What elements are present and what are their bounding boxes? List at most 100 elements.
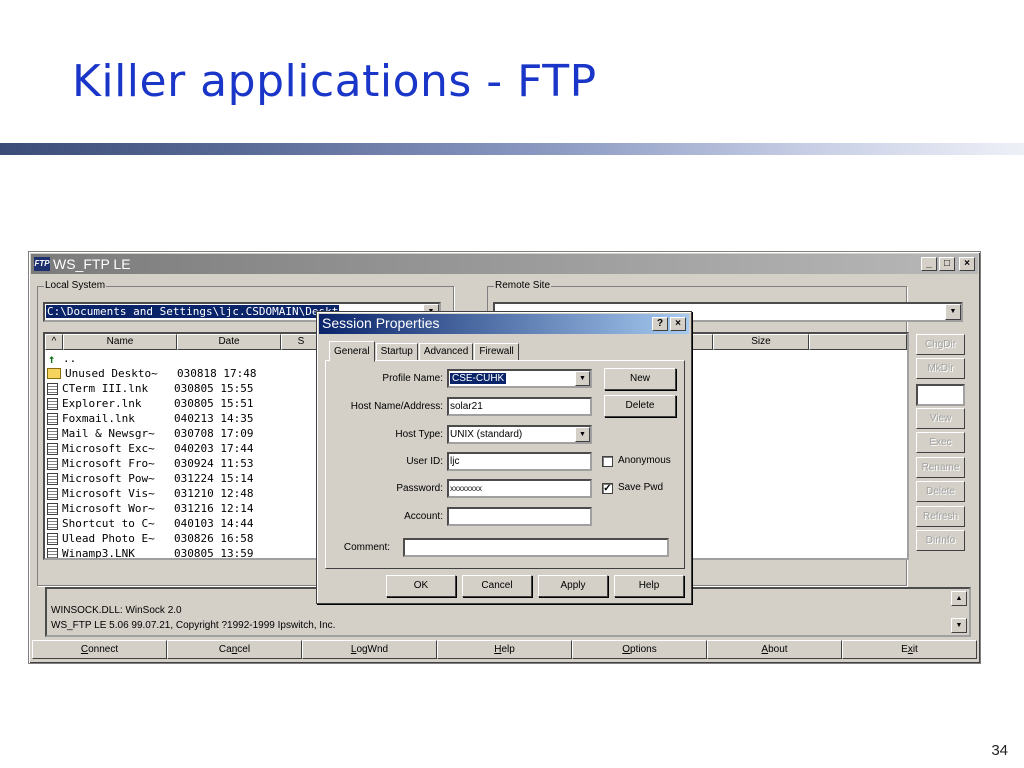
dirinfo-button[interactable]: DirInfo [916,530,965,551]
user-id-label: User ID: [406,456,443,467]
window-title: WS_FTP LE [53,256,131,272]
file-icon [47,427,58,440]
maximize-button[interactable]: □ [939,257,955,271]
tab-advanced[interactable]: Advanced [418,343,474,361]
host-type-value: UNIX (standard) [450,429,523,440]
file-icon [47,532,58,545]
date-column-header[interactable]: Date [177,334,281,350]
scroll-up-icon[interactable]: ▲ [951,591,967,606]
name-column-header[interactable]: Name [63,334,177,350]
file-name: Microsoft Vis~ [62,487,155,500]
cancel-button[interactable]: Cancel [167,640,302,659]
local-file-list[interactable]: ^ Name Date S ↑.. Unused Deskto~ 030818 17… [43,332,319,560]
options-button[interactable]: Options [572,640,707,659]
save-pwd-checkbox[interactable]: ✓ [602,483,613,494]
general-tab-panel: Profile Name: CSE-CUHK ▼ New Host Name/A… [325,360,685,569]
user-id-input[interactable]: ljc [447,452,592,471]
profile-name-value: CSE-CUHK [450,373,507,384]
file-icon [47,382,58,395]
rename-button[interactable]: Rename [916,457,965,478]
mkdir-button[interactable]: MkDir [916,358,965,379]
window-titlebar[interactable]: FTP WS_FTP LE _ □ × [31,254,978,274]
remote-filter-input[interactable] [916,384,965,406]
file-date: 030708 17:09 [174,427,254,440]
anonymous-label: Anonymous [618,455,671,466]
file-row[interactable]: Explorer.lnk 030805 15:51 [45,396,277,411]
file-name: Explorer.lnk [62,397,142,410]
close-button[interactable]: × [959,257,975,271]
tab-startup[interactable]: Startup [375,343,418,361]
help-button[interactable]: Help [437,640,572,659]
account-input[interactable] [447,507,592,526]
file-row[interactable]: CTerm III.lnk 030805 15:55 [45,381,277,396]
new-profile-button[interactable]: New [604,368,676,390]
view-button[interactable]: View [916,408,965,429]
file-name: Shortcut to C~ [62,517,155,530]
file-row[interactable]: Winamp3.LNK 030805 13:59 [45,546,277,558]
host-type-select[interactable]: UNIX (standard) ▼ [447,425,592,444]
apply-button[interactable]: Apply [538,575,608,597]
chevron-down-icon[interactable]: ▼ [945,304,961,320]
local-path-value: C:\Documents and Settings\ljc.CSDOMAIN\D… [46,305,340,318]
chevron-down-icon[interactable]: ▼ [575,427,590,442]
file-icon [47,412,58,425]
file-row[interactable]: Microsoft Fro~ 030924 11:53 [45,456,277,471]
chgdir-button[interactable]: ChgDir [916,334,965,355]
logwnd-button[interactable]: LogWnd [302,640,437,659]
file-icon [47,547,58,558]
file-row[interactable]: ↑.. [45,351,277,366]
tab-firewall[interactable]: Firewall [474,343,519,361]
file-row[interactable]: Ulead Photo E~ 030826 16:58 [45,531,277,546]
file-name: Microsoft Pow~ [62,472,155,485]
size-column-header[interactable]: S [281,334,317,350]
file-row[interactable]: Microsoft Wor~ 031216 12:14 [45,501,277,516]
file-row[interactable]: Shortcut to C~ 040103 14:44 [45,516,277,531]
file-row[interactable]: Mail & Newsgr~ 030708 17:09 [45,426,277,441]
file-icon [47,457,58,470]
exec-button[interactable]: Exec [916,432,965,453]
profile-name-combo[interactable]: CSE-CUHK ▼ [447,369,592,388]
help-button[interactable]: Help [614,575,684,597]
file-row[interactable]: Foxmail.lnk 040213 14:35 [45,411,277,426]
session-properties-dialog: Session Properties ? × General Startup A… [316,311,692,604]
dialog-close-button[interactable]: × [670,317,686,331]
file-date: 030805 15:55 [174,382,254,395]
file-row[interactable]: Unused Deskto~ 030818 17:48 [45,366,277,381]
dialog-titlebar[interactable]: Session Properties ? × [319,314,689,334]
delete-profile-button[interactable]: Delete [604,395,676,417]
file-row[interactable]: Microsoft Vis~ 031210 12:48 [45,486,277,501]
about-button[interactable]: About [707,640,842,659]
tab-general[interactable]: General [329,341,375,362]
help-icon[interactable]: ? [652,317,668,331]
minimize-button[interactable]: _ [921,257,937,271]
delete-button[interactable]: Delete [916,481,965,502]
exit-button[interactable]: Exit [842,640,977,659]
sort-column-header[interactable]: ^ [45,334,63,350]
chevron-down-icon[interactable]: ▼ [575,371,590,386]
file-row[interactable]: Microsoft Exc~ 040203 17:44 [45,441,277,456]
password-input[interactable]: xxxxxxxx [447,479,592,498]
ok-button[interactable]: OK [386,575,456,597]
file-name: Mail & Newsgr~ [62,427,155,440]
file-name: .. [63,352,77,365]
scroll-down-icon[interactable]: ▼ [951,618,967,633]
ftp-app-icon: FTP [34,257,50,271]
remote-size-header[interactable]: Size [713,334,809,350]
anonymous-checkbox[interactable] [602,456,613,467]
cancel-button[interactable]: Cancel [462,575,532,597]
comment-input[interactable] [403,538,669,557]
file-name: Microsoft Exc~ [62,442,155,455]
connect-button[interactable]: Connect [32,640,167,659]
file-name: Ulead Photo E~ [62,532,155,545]
slide-title: Killer applications - FTP [72,56,597,107]
up-folder-icon: ↑ [48,351,56,366]
local-system-label: Local System [44,280,107,291]
host-name-input[interactable]: solar21 [447,397,592,416]
refresh-button[interactable]: Refresh [916,506,965,527]
file-date: 030805 15:51 [174,397,254,410]
dialog-tabs: General Startup Advanced Firewall [329,340,520,362]
file-name: Microsoft Wor~ [62,502,155,515]
file-icon [47,517,58,530]
file-row[interactable]: Microsoft Pow~ 031224 15:14 [45,471,277,486]
file-date: 040213 14:35 [174,412,254,425]
